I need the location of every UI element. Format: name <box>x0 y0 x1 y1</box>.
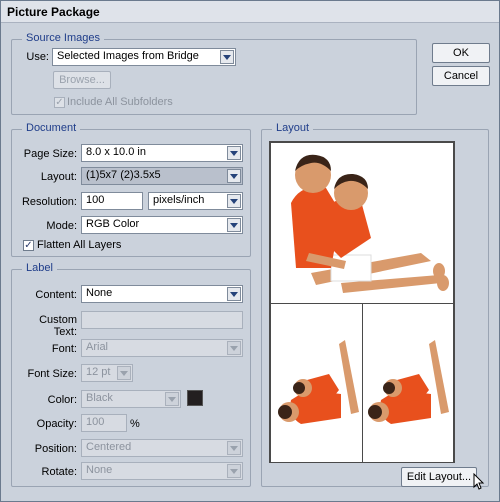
cancel-button[interactable]: Cancel <box>432 66 490 86</box>
photo-3.5x5-left <box>270 303 363 463</box>
resolution-unit-value: pixels/inch <box>153 194 205 206</box>
window-title: Picture Package <box>1 1 499 23</box>
chevron-down-icon <box>165 392 179 406</box>
color-label: Color: <box>47 394 77 406</box>
label-legend: Label <box>22 262 57 274</box>
ok-button[interactable]: OK <box>432 43 490 63</box>
chevron-down-icon <box>227 218 241 232</box>
chevron-down-icon <box>227 194 241 208</box>
chevron-down-icon <box>227 441 241 455</box>
flatten-layers-label: Flatten All Layers <box>37 239 122 251</box>
font-size-value: 12 pt <box>86 366 111 378</box>
page-size-label: Page Size: <box>23 148 77 160</box>
layout-preview <box>269 141 455 463</box>
chevron-down-icon <box>227 464 241 478</box>
source-images-legend: Source Images <box>22 32 104 44</box>
position-label: Position: <box>34 443 77 455</box>
resolution-input[interactable]: 100 <box>81 192 143 210</box>
use-label: Use: <box>26 51 49 63</box>
rotate-value: None <box>86 464 113 476</box>
layout-value: (1)5x7 (2)3.5x5 <box>86 169 161 181</box>
browse-button[interactable]: Browse... <box>53 71 111 89</box>
color-swatch[interactable] <box>187 390 203 406</box>
content-select[interactable]: None <box>81 285 243 303</box>
include-subfolders-label: Include All Subfolders <box>67 96 173 108</box>
mode-label: Mode: <box>46 220 77 232</box>
resolution-label: Resolution: <box>21 196 77 208</box>
use-value: Selected Images from Bridge <box>57 50 199 62</box>
resolution-unit-select[interactable]: pixels/inch <box>148 192 243 210</box>
position-value: Centered <box>86 441 132 453</box>
chevron-down-icon <box>117 366 131 380</box>
font-select[interactable]: Arial <box>81 339 243 357</box>
rotate-label: Rotate: <box>41 466 77 478</box>
children-photo <box>363 304 453 462</box>
chevron-down-icon <box>220 50 234 64</box>
opacity-input[interactable]: 100 <box>81 414 127 432</box>
chevron-down-icon <box>227 341 241 355</box>
chevron-down-icon <box>227 287 241 301</box>
content-label: Content: <box>35 289 77 301</box>
photo-3.5x5-right <box>362 303 454 463</box>
chevron-down-icon <box>227 146 241 160</box>
layout-select[interactable]: (1)5x7 (2)3.5x5 <box>81 167 243 185</box>
picture-package-dialog: Picture Package OK Cancel Source Images … <box>0 0 500 502</box>
font-size-select[interactable]: 12 pt <box>81 364 133 382</box>
font-label: Font: <box>51 343 77 355</box>
document-legend: Document <box>22 122 81 134</box>
font-size-label: Font Size: <box>27 368 77 380</box>
opacity-label: Opacity: <box>36 418 77 430</box>
font-value: Arial <box>86 341 109 353</box>
photo-5x7 <box>270 142 454 304</box>
custom-text-label: Custom Text: <box>39 314 77 338</box>
content-value: None <box>86 287 113 299</box>
position-select[interactable]: Centered <box>81 439 243 457</box>
mode-value: RGB Color <box>86 218 140 230</box>
color-value: Black <box>86 392 113 404</box>
include-subfolders-checkbox[interactable]: ✓ <box>54 97 65 108</box>
children-photo <box>271 143 453 303</box>
page-size-value: 8.0 x 10.0 in <box>86 146 146 158</box>
chevron-down-icon <box>227 169 241 183</box>
children-photo <box>271 304 362 462</box>
use-select[interactable]: Selected Images from Bridge <box>52 48 236 66</box>
mode-select[interactable]: RGB Color <box>81 216 243 234</box>
custom-text-input[interactable] <box>81 311 243 329</box>
mouse-pointer-icon <box>473 473 485 490</box>
color-select[interactable]: Black <box>81 390 181 408</box>
rotate-select[interactable]: None <box>81 462 243 480</box>
page-size-select[interactable]: 8.0 x 10.0 in <box>81 144 243 162</box>
opacity-unit: % <box>130 418 140 430</box>
flatten-layers-checkbox[interactable]: ✓ <box>23 240 34 251</box>
edit-layout-button[interactable]: Edit Layout... <box>401 467 477 487</box>
layout-legend: Layout <box>272 122 314 134</box>
layout-label: Layout: <box>40 171 77 183</box>
